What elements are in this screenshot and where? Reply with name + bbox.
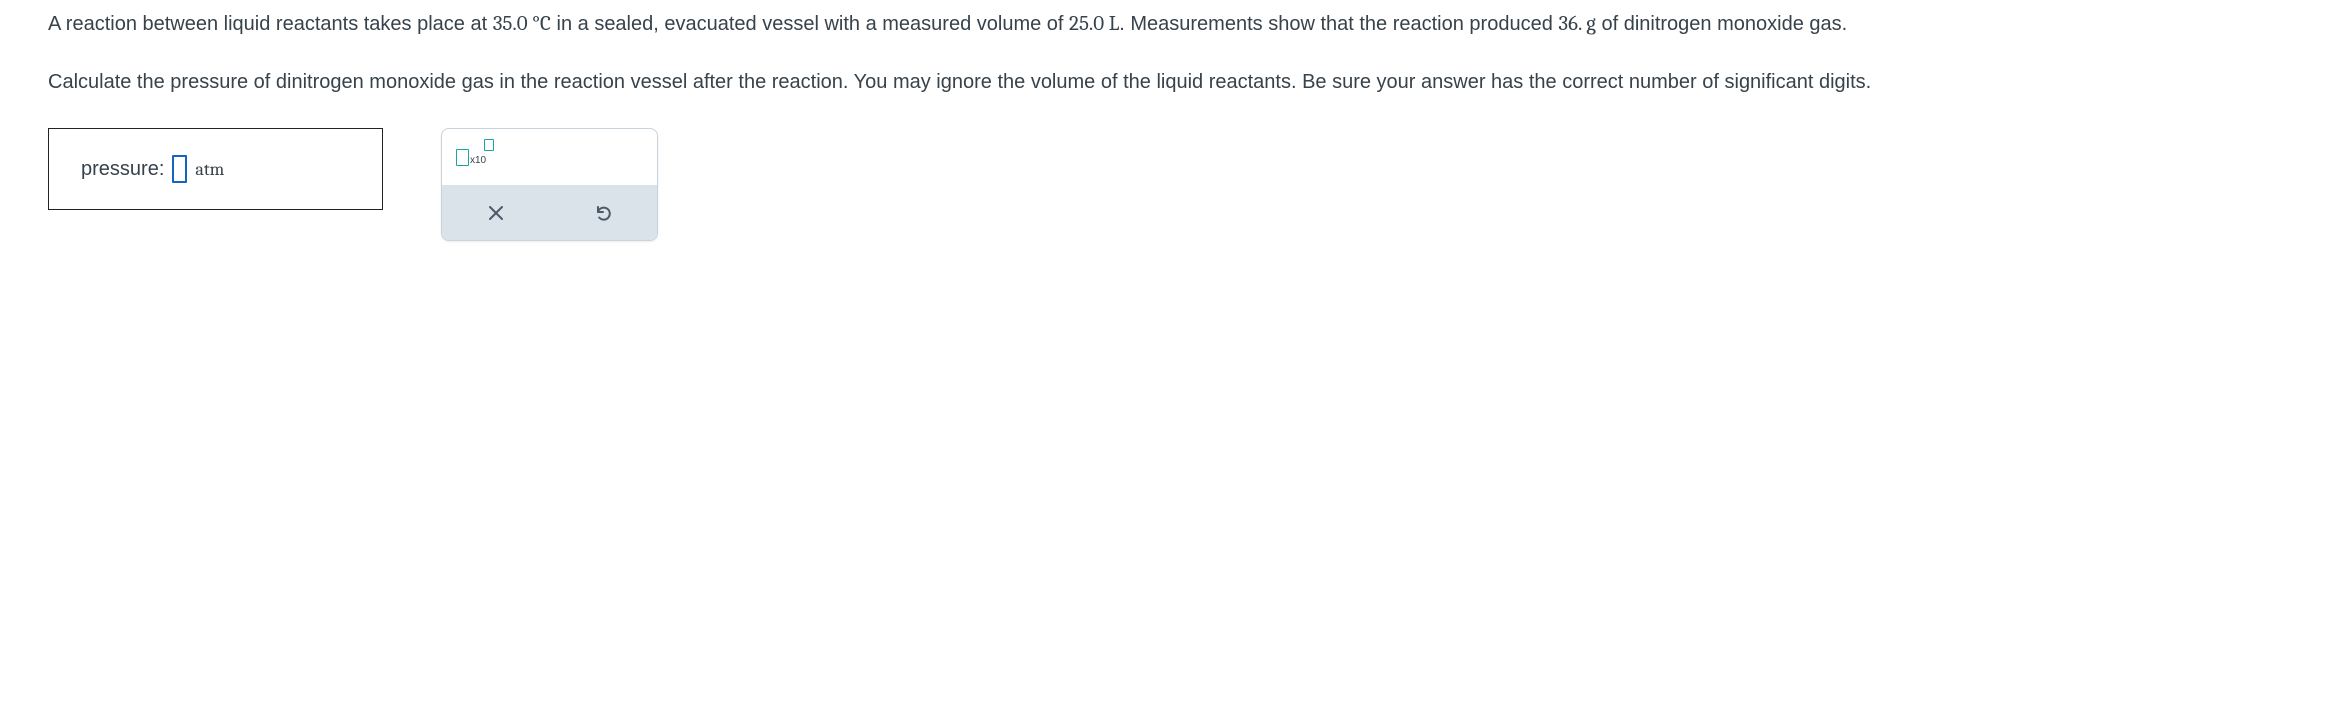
reset-button[interactable] (581, 195, 625, 231)
x-icon (488, 205, 504, 221)
pressure-unit: atm (195, 159, 224, 180)
mantissa-box-icon (456, 149, 469, 166)
undo-icon (593, 203, 613, 223)
clear-button[interactable] (474, 195, 518, 231)
problem-paragraph-1: A reaction between liquid reactants take… (48, 8, 2296, 40)
x10-label: x10 (470, 155, 486, 166)
problem-paragraph-2: Calculate the pressure of dinitrogen mon… (48, 66, 2296, 98)
text: A reaction between liquid reactants take… (48, 13, 493, 35)
scientific-notation-button[interactable]: x10 (456, 143, 500, 171)
tool-panel: x10 (441, 128, 658, 241)
answer-box: pressure: atm (48, 128, 383, 210)
temperature-value: 35.0 °C (493, 12, 551, 36)
volume-value: 25.0 L (1069, 12, 1119, 36)
text: of dinitrogen monoxide gas. (1596, 13, 1847, 35)
exponent-box-icon (484, 139, 494, 151)
mass-value: 36. g (1558, 12, 1596, 36)
pressure-label: pressure: (81, 158, 164, 181)
text: in a sealed, evacuated vessel with a mea… (551, 13, 1069, 35)
text: . Measurements show that the reaction pr… (1119, 13, 1558, 35)
pressure-input[interactable] (172, 155, 187, 183)
